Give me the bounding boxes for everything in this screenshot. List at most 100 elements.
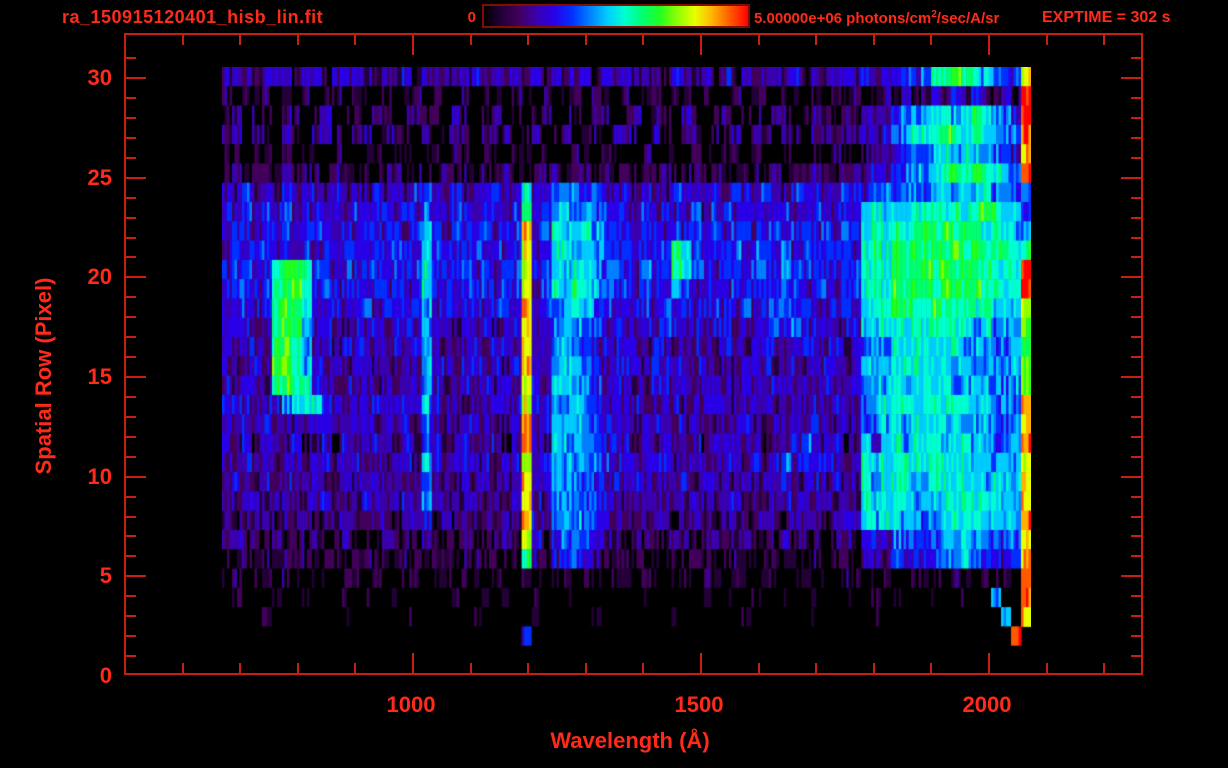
x-minor-tick: [182, 663, 184, 673]
x-minor-tick: [930, 35, 932, 45]
x-minor-tick: [758, 35, 760, 45]
y-minor-tick: [126, 137, 136, 139]
exptime-label: EXPTIME = 302 s: [1042, 9, 1171, 26]
x-major-tick: [988, 653, 990, 673]
y-minor-tick: [1131, 595, 1141, 597]
x-minor-tick: [527, 663, 529, 673]
x-minor-tick: [815, 35, 817, 45]
y-minor-tick: [1131, 456, 1141, 458]
x-minor-tick: [585, 35, 587, 45]
y-major-tick: [1121, 476, 1141, 478]
x-minor-tick: [297, 35, 299, 45]
y-minor-tick: [126, 356, 136, 358]
y-minor-tick: [126, 615, 136, 617]
y-minor-tick: [126, 97, 136, 99]
y-major-tick: [126, 476, 146, 478]
x-minor-tick: [297, 663, 299, 673]
y-minor-tick: [1131, 615, 1141, 617]
x-minor-tick: [354, 663, 356, 673]
x-major-tick: [412, 653, 414, 673]
y-minor-tick: [1131, 635, 1141, 637]
y-minor-tick: [1131, 516, 1141, 518]
y-minor-tick: [126, 496, 136, 498]
x-minor-tick: [815, 663, 817, 673]
y-major-tick: [126, 276, 146, 278]
y-minor-tick: [126, 535, 136, 537]
y-minor-tick: [126, 336, 136, 338]
plot-frame: [124, 33, 1143, 675]
x-tick-label: 2000: [962, 692, 1012, 717]
y-major-tick: [126, 177, 146, 179]
colorbar-max-value: 5.00000e+06: [754, 10, 843, 27]
x-minor-tick: [758, 663, 760, 673]
y-minor-tick: [126, 217, 136, 219]
y-minor-tick: [126, 595, 136, 597]
y-major-tick: [1121, 575, 1141, 577]
y-minor-tick: [1131, 217, 1141, 219]
y-minor-tick: [126, 456, 136, 458]
y-minor-tick: [1131, 396, 1141, 398]
x-minor-tick: [873, 35, 875, 45]
spectrogram-heatmap: [222, 67, 1031, 665]
y-minor-tick: [126, 256, 136, 258]
y-minor-tick: [126, 516, 136, 518]
x-axis-title: Wavelength (Å): [550, 728, 710, 753]
y-minor-tick: [126, 396, 136, 398]
x-minor-tick: [239, 663, 241, 673]
y-minor-tick: [1131, 535, 1141, 537]
y-minor-tick: [1131, 256, 1141, 258]
fits-viewer-window: ra_150915120401_hisb_lin.fit 0 5.00000e+…: [0, 0, 1228, 768]
y-tick-label: 30: [87, 65, 112, 90]
y-minor-tick: [126, 316, 136, 318]
y-minor-tick: [1131, 197, 1141, 199]
y-minor-tick: [1131, 436, 1141, 438]
y-minor-tick: [1131, 237, 1141, 239]
x-major-tick: [700, 35, 702, 55]
x-minor-tick: [527, 35, 529, 45]
y-minor-tick: [1131, 117, 1141, 119]
y-minor-tick: [126, 117, 136, 119]
colorbar: [482, 4, 750, 28]
colorbar-max-units-label: 5.00000e+06 photons/cm2/sec/A/sr: [754, 9, 999, 27]
y-major-tick: [126, 376, 146, 378]
y-minor-tick: [126, 635, 136, 637]
x-major-tick: [988, 35, 990, 55]
y-minor-tick: [1131, 555, 1141, 557]
x-minor-tick: [1103, 663, 1105, 673]
y-minor-tick: [126, 416, 136, 418]
colorbar-units-suffix: /sec/A/sr: [936, 10, 1000, 27]
y-minor-tick: [126, 296, 136, 298]
colorbar-min-label: 0: [467, 9, 476, 26]
x-minor-tick: [642, 35, 644, 45]
y-tick-label: 25: [87, 165, 112, 190]
y-minor-tick: [126, 436, 136, 438]
y-minor-tick: [1131, 336, 1141, 338]
y-tick-label: 20: [87, 264, 112, 289]
y-minor-tick: [1131, 97, 1141, 99]
y-minor-tick: [1131, 655, 1141, 657]
x-tick-label: 1000: [386, 692, 436, 717]
y-major-tick: [1121, 376, 1141, 378]
y-major-tick: [126, 77, 146, 79]
y-minor-tick: [1131, 57, 1141, 59]
x-minor-tick: [354, 35, 356, 45]
y-minor-tick: [126, 237, 136, 239]
x-minor-tick: [1046, 35, 1048, 45]
y-minor-tick: [126, 197, 136, 199]
x-minor-tick: [873, 663, 875, 673]
x-tick-label: 1500: [674, 692, 724, 717]
y-tick-label: 10: [87, 464, 112, 489]
y-minor-tick: [126, 157, 136, 159]
y-minor-tick: [1131, 137, 1141, 139]
y-minor-tick: [126, 555, 136, 557]
y-major-tick: [1121, 177, 1141, 179]
y-tick-label: 15: [87, 364, 112, 389]
y-tick-label: 0: [99, 663, 112, 688]
y-axis-title: Spatial Row (Pixel): [31, 277, 56, 475]
x-minor-tick: [642, 663, 644, 673]
x-minor-tick: [585, 663, 587, 673]
y-minor-tick: [1131, 316, 1141, 318]
y-minor-tick: [126, 57, 136, 59]
y-major-tick: [126, 575, 146, 577]
colorbar-units-prefix: photons/cm: [842, 10, 932, 27]
